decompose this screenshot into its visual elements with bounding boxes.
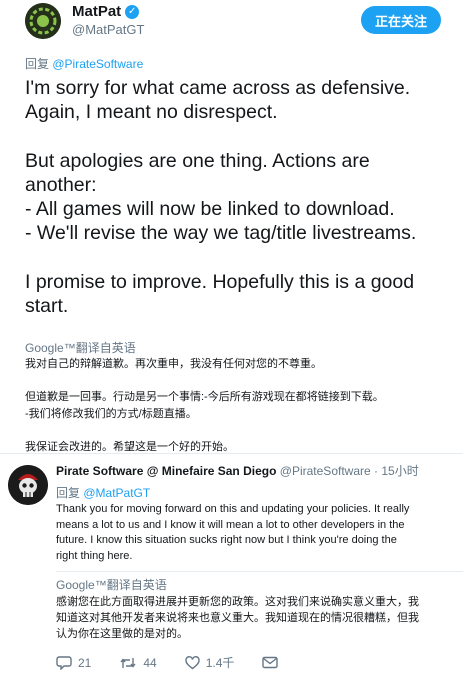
reply-count: 21	[78, 655, 92, 670]
translation-label[interactable]: Google™翻译自英语	[25, 339, 136, 356]
tweet-actions: 21 44 1.4千	[56, 654, 306, 671]
game-theory-logo-icon	[25, 3, 61, 39]
reply-context: 回复 @MatPatGT	[56, 486, 151, 500]
reply-author-line[interactable]: Pirate Software @ Minefaire San Diego @P…	[56, 462, 419, 479]
reply-context: 回复 @PirateSoftware	[25, 57, 144, 71]
retweet-count: 44	[143, 655, 157, 670]
reply-icon	[56, 656, 72, 670]
direct-message-icon	[262, 656, 279, 669]
author-avatar[interactable]	[25, 3, 61, 39]
author-name[interactable]: MatPat ✓	[72, 3, 140, 20]
reply-text: Thank you for moving forward on this and…	[56, 503, 410, 562]
retweet-action[interactable]: 44	[119, 655, 157, 670]
reply-timestamp: · 15小时	[374, 464, 419, 478]
following-button[interactable]: 正在关注	[361, 6, 441, 34]
direct-message-action[interactable]	[262, 656, 279, 669]
translation-text: 感谢您在此方面取得进展并更新您的政策。这对我们来说确实意义重大，我 知道这对其他…	[56, 596, 419, 640]
translation-text: 我对自己的辩解道歉。再次重申，我没有任何对您的不尊重。 但道歉是一回事。行动是另…	[25, 358, 384, 453]
heart-icon	[185, 655, 200, 669]
reply-mention-link[interactable]: @PirateSoftware	[52, 57, 143, 71]
verified-badge-icon: ✓	[125, 5, 140, 20]
tweet-text: I'm sorry for what came across as defens…	[25, 77, 417, 317]
author-handle[interactable]: @MatPatGT	[72, 22, 144, 37]
reply-action[interactable]: 21	[56, 655, 91, 670]
translation-label[interactable]: Google™翻译自英语	[56, 576, 167, 593]
like-action[interactable]: 1.4千	[185, 654, 235, 671]
retweet-icon	[120, 657, 136, 668]
reply-mention-link[interactable]: @MatPatGT	[83, 486, 150, 500]
divider	[0, 453, 463, 454]
reply-author-handle: @PirateSoftware	[279, 464, 371, 478]
reply-author-name: Pirate Software @ Minefaire San Diego	[56, 464, 277, 478]
skull-icon	[8, 465, 48, 505]
like-count: 1.4千	[205, 656, 235, 670]
divider	[56, 571, 463, 572]
reply-author-avatar[interactable]	[8, 465, 48, 505]
